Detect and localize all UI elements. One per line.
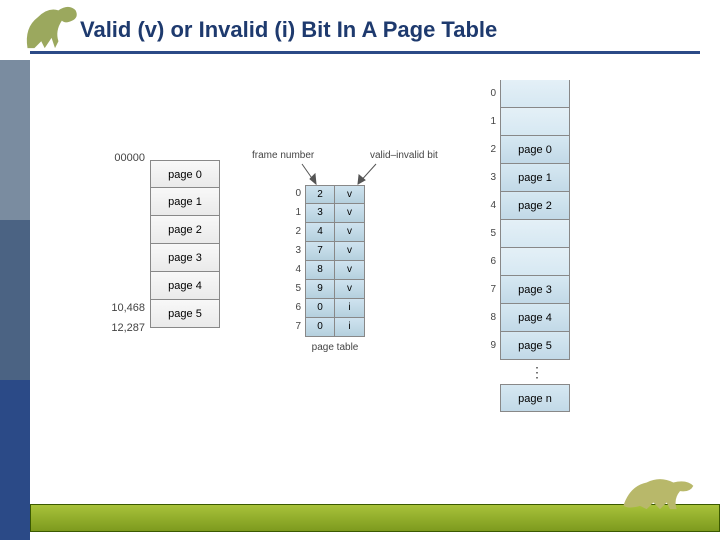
logical-page: page 2 [150,216,220,244]
page-table-caption: page table [305,342,365,353]
logical-page: page 1 [150,188,220,216]
logical-page: page 0 [150,160,220,188]
addr-start: 00000 [95,152,145,164]
title-bar: Valid (v) or Invalid (i) Bit In A Page T… [30,8,700,54]
phys-frame: page 5 [500,332,570,360]
phys-frame-last: page n [500,384,570,412]
addr-mid: 10,468 [95,302,145,314]
phys-frame [500,248,570,276]
addr-end: 12,287 [95,322,145,334]
memory-diagram: 00000 10,468 12,287 page 0 page 1 page 2… [80,80,680,490]
page-title: Valid (v) or Invalid (i) Bit In A Page T… [80,17,497,43]
footer-bar [30,504,720,532]
logical-page: page 3 [150,244,220,272]
logical-memory: page 0 page 1 page 2 page 3 page 4 page … [150,160,220,328]
page-table: 02v 13v 24v 37v 48v 59v 60i 70i [305,185,365,337]
left-accent-rail [0,60,30,540]
physical-memory: 0 1 2page 0 3page 1 4page 2 5 6 7page 3 … [500,80,570,360]
phys-frame: page 2 [500,192,570,220]
dinosaur-icon [620,465,700,520]
frame-number-label: frame number [252,150,314,161]
phys-frame [500,80,570,108]
phys-frame: page 3 [500,276,570,304]
phys-frame [500,220,570,248]
phys-frame: page 1 [500,164,570,192]
logical-page: page 4 [150,272,220,300]
logical-page: page 5 [150,300,220,328]
phys-frame [500,108,570,136]
vertical-ellipsis-icon: ⋮ [530,364,546,381]
phys-frame: page 4 [500,304,570,332]
phys-frame: page 0 [500,136,570,164]
valid-bit-label: valid–invalid bit [370,150,438,161]
